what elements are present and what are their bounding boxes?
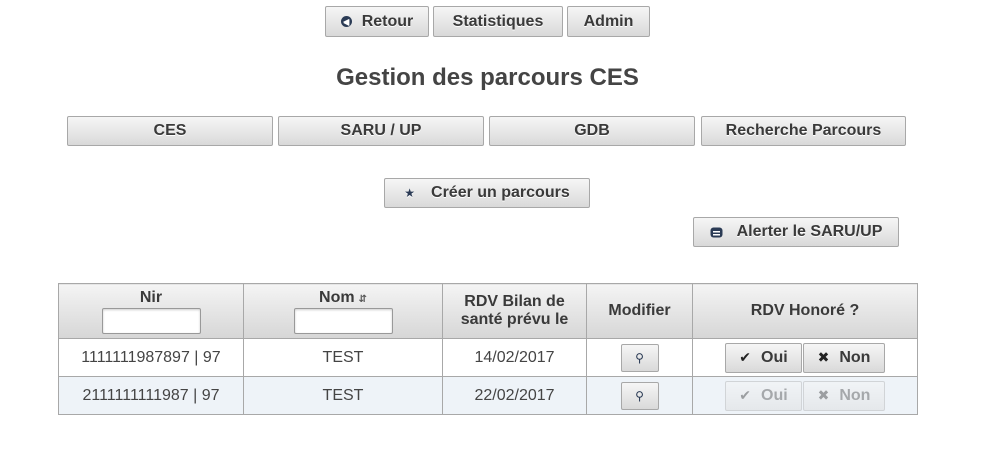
tab-saru-up[interactable]: SARU / UP	[278, 116, 484, 146]
table-row: 2111111111987 | 97 TEST 22/02/2017 ⚲ ✔ Ou…	[58, 376, 918, 415]
admin-button[interactable]: Admin	[567, 6, 650, 37]
cross-icon: ✖	[817, 349, 830, 365]
non-button[interactable]: ✖ Non	[803, 342, 885, 373]
edit-button[interactable]: ⚲	[620, 381, 659, 410]
modifier-header-label: Modifier	[608, 302, 671, 319]
honore-cell: ✔ Oui ✖ Non	[692, 376, 918, 415]
modifier-cell: ⚲	[586, 376, 693, 415]
edit-button[interactable]: ⚲	[620, 343, 659, 372]
nom-header-label: Nom	[319, 288, 355, 306]
modifier-cell: ⚲	[586, 338, 693, 377]
tab-gdb-label: GDB	[574, 122, 610, 139]
tab-saru-up-label: SARU / UP	[340, 122, 422, 139]
page-title: Gestion des parcours CES	[336, 64, 639, 91]
alert-saru-button[interactable]: Alerter le SARU/UP	[693, 217, 899, 247]
tab-recherche-parcours[interactable]: Recherche Parcours	[701, 116, 906, 146]
column-header-nir: Nir	[58, 283, 244, 339]
date-cell: 14/02/2017	[442, 338, 587, 377]
column-header-rdv-honore: RDV Honoré ?	[692, 283, 918, 339]
back-button[interactable]: ◀ Retour	[325, 6, 429, 37]
nir-cell: 2111111111987 | 97	[58, 376, 244, 415]
nir-header-label: Nir	[139, 288, 163, 306]
nir-cell: 1111111987897 | 97	[58, 338, 244, 377]
admin-label: Admin	[583, 12, 634, 30]
honore-cell: ✔ Oui ✖ Non	[692, 338, 918, 377]
column-header-rdv-date: RDV Bilan de santé prévu le	[442, 283, 587, 339]
non-label: Non	[839, 348, 871, 366]
column-header-modifier: Modifier	[586, 283, 693, 339]
non-label: Non	[839, 386, 871, 404]
oui-button-disabled: ✔ Oui	[725, 380, 802, 411]
back-label: Retour	[361, 12, 414, 30]
nir-filter-input[interactable]	[101, 307, 201, 334]
magnifier-icon: ⚲	[635, 388, 644, 403]
tab-ces[interactable]: CES	[67, 116, 273, 146]
rdv-header-line1: RDV Bilan de	[464, 293, 565, 310]
column-header-nom[interactable]: Nom ⇵	[243, 283, 443, 339]
alert-saru-label: Alerter le SARU/UP	[736, 223, 883, 240]
nom-filter-input[interactable]	[293, 307, 393, 334]
nom-cell: TEST	[243, 376, 443, 415]
sort-icon[interactable]: ⇵	[359, 294, 367, 305]
check-icon: ✔	[739, 387, 752, 403]
mail-icon	[710, 226, 723, 239]
check-icon: ✔	[739, 349, 752, 365]
parcours-table: Nir Nom ⇵ RDV Bilan de santé prévu le Mod…	[58, 283, 918, 415]
table-row: 1111111987897 | 97 TEST 14/02/2017 ⚲ ✔ Ou…	[58, 338, 918, 377]
nom-cell: TEST	[243, 338, 443, 377]
back-icon: ◀	[340, 16, 352, 27]
honore-header-label: RDV Honoré ?	[750, 302, 860, 319]
statistics-label: Statistiques	[452, 12, 544, 30]
oui-button[interactable]: ✔ Oui	[725, 342, 802, 373]
date-cell: 22/02/2017	[442, 376, 587, 415]
statistics-button[interactable]: Statistiques	[433, 6, 563, 37]
non-button-disabled: ✖ Non	[803, 380, 885, 411]
tab-recherche-parcours-label: Recherche Parcours	[725, 122, 882, 139]
tab-ces-label: CES	[153, 122, 187, 139]
oui-label: Oui	[761, 348, 788, 366]
oui-label: Oui	[761, 386, 788, 404]
magnifier-icon: ⚲	[635, 350, 644, 365]
create-parcours-button[interactable]: ★ Créer un parcours	[384, 178, 590, 208]
star-icon: ★	[404, 186, 416, 200]
tab-gdb[interactable]: GDB	[489, 116, 695, 146]
cross-icon: ✖	[817, 387, 830, 403]
rdv-header-line2: santé prévu le	[460, 311, 569, 328]
create-parcours-label: Créer un parcours	[431, 184, 570, 201]
